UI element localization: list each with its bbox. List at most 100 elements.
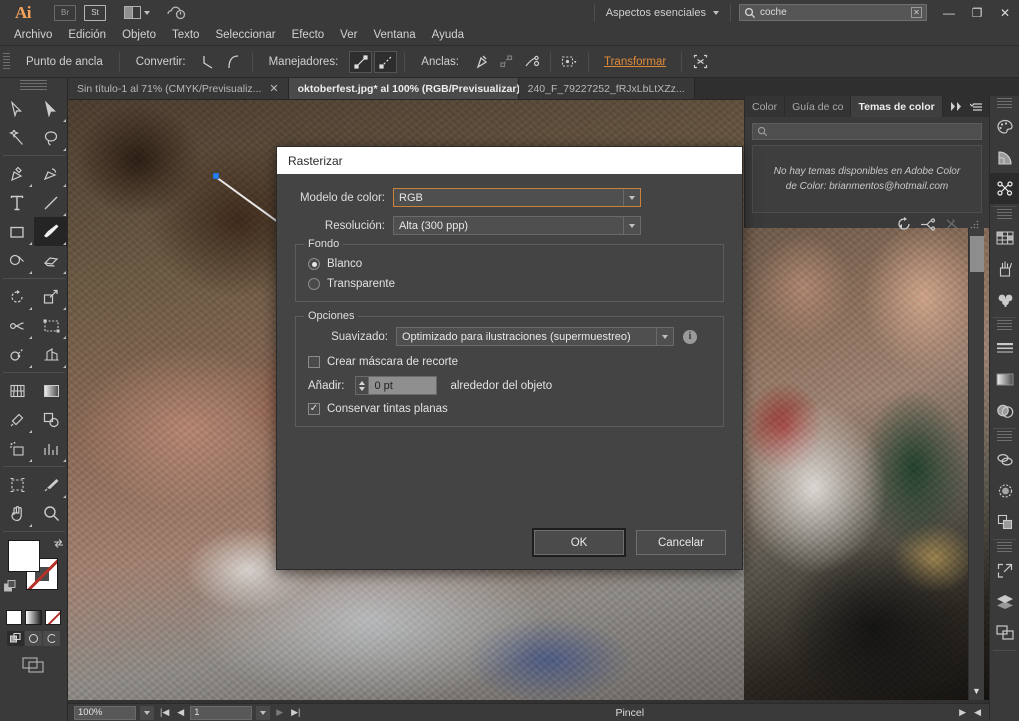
preserve-spot-colors-option[interactable]: ✓ Conservar tintas planas — [308, 403, 711, 415]
status-expand-button[interactable]: ▶ — [957, 707, 968, 718]
layers-icon[interactable] — [990, 586, 1019, 617]
rotate-tool[interactable] — [0, 282, 34, 311]
clear-search-icon[interactable]: ✕ — [911, 7, 922, 18]
control-bar-grip[interactable] — [3, 53, 12, 71]
chevron-down-icon[interactable] — [623, 217, 640, 234]
convert-to-smooth-icon[interactable] — [222, 51, 245, 73]
artboard-canvas-right-region[interactable] — [744, 228, 989, 700]
connect-anchors-icon[interactable] — [495, 51, 518, 73]
hand-tool[interactable] — [0, 499, 34, 528]
align-icon[interactable] — [990, 506, 1019, 537]
restore-button[interactable]: ❐ — [963, 0, 991, 25]
checkbox-icon[interactable]: ✓ — [308, 403, 320, 415]
close-button[interactable]: ✕ — [991, 0, 1019, 25]
rail-grip[interactable] — [997, 98, 1012, 109]
rail-grip-4[interactable] — [997, 431, 1012, 442]
scale-tool[interactable] — [34, 282, 68, 311]
cut-path-icon[interactable] — [520, 51, 543, 73]
column-graph-tool[interactable] — [34, 434, 68, 463]
appearance-icon[interactable] — [990, 444, 1019, 475]
tab-color-guide[interactable]: Guía de co — [785, 96, 851, 117]
selection-tool[interactable] — [0, 94, 34, 123]
resize-grip-icon[interactable] — [970, 220, 979, 229]
refresh-icon[interactable] — [897, 217, 911, 231]
menu-objeto[interactable]: Objeto — [114, 25, 164, 46]
transparency-icon[interactable] — [990, 395, 1019, 426]
eraser-tool[interactable] — [34, 246, 68, 275]
gradient-icon[interactable] — [990, 364, 1019, 395]
width-tool[interactable] — [0, 311, 34, 340]
convert-to-corner-icon[interactable] — [197, 51, 220, 73]
document-tab-3[interactable]: 240_F_79227252_fRJxLbLtXZz... — [519, 78, 695, 99]
color-themes-icon[interactable] — [990, 173, 1019, 204]
rectangle-tool[interactable] — [0, 217, 34, 246]
graphic-styles-icon[interactable] — [990, 475, 1019, 506]
swatches-icon[interactable] — [990, 222, 1019, 253]
rail-grip-5[interactable] — [997, 542, 1012, 553]
checkbox-icon[interactable] — [308, 356, 320, 368]
color-panel-icon[interactable] — [990, 111, 1019, 142]
anchor-point[interactable] — [213, 173, 219, 179]
draw-inside-button[interactable] — [43, 631, 60, 646]
zoom-tool[interactable] — [34, 499, 68, 528]
menu-ver[interactable]: Ver — [332, 25, 365, 46]
next-artboard-button[interactable]: ▶ — [274, 707, 285, 718]
slice-tool[interactable] — [34, 470, 68, 499]
background-option-white[interactable]: Blanco — [308, 258, 711, 270]
transform-icon[interactable] — [990, 555, 1019, 586]
last-artboard-button[interactable]: ▶| — [289, 707, 302, 718]
menu-seleccionar[interactable]: Seleccionar — [207, 25, 283, 46]
chevron-down-icon[interactable] — [623, 189, 640, 206]
tools-panel-grip[interactable] — [20, 80, 47, 92]
swap-fill-stroke-icon[interactable] — [53, 538, 64, 549]
stepper-arrows-icon[interactable] — [355, 376, 369, 395]
artboards-icon[interactable] — [990, 617, 1019, 648]
artboard-dropdown-icon[interactable] — [256, 706, 270, 720]
arrange-documents-button[interactable] — [124, 6, 150, 19]
zoom-level-field[interactable]: 100% — [74, 706, 136, 720]
resolution-select[interactable]: Alta (300 ppp) — [393, 216, 641, 235]
type-tool[interactable] — [0, 188, 34, 217]
artboard-tool[interactable] — [0, 470, 34, 499]
perspective-grid-tool[interactable] — [34, 340, 68, 369]
stock-badge-icon[interactable]: St — [84, 5, 106, 21]
close-icon[interactable]: ✕ — [269, 82, 278, 95]
bridge-badge-icon[interactable]: Br — [54, 5, 76, 21]
free-transform-tool[interactable] — [34, 311, 68, 340]
direct-selection-tool[interactable] — [34, 94, 68, 123]
gradient-tool[interactable] — [34, 376, 68, 405]
menu-ayuda[interactable]: Ayuda — [424, 25, 472, 46]
transform-link[interactable]: Transformar — [595, 56, 675, 68]
gradient-swatch-button[interactable] — [25, 610, 41, 625]
isolate-selection-icon[interactable] — [689, 51, 712, 73]
rail-grip-3[interactable] — [997, 320, 1012, 331]
remove-anchor-icon[interactable] — [470, 51, 493, 73]
tab-color-themes[interactable]: Temas de color — [851, 96, 942, 117]
shape-builder-tool[interactable] — [0, 340, 34, 369]
document-tab-1[interactable]: Sin título-1 al 71% (CMYK/Previsualiz...… — [68, 78, 289, 99]
shaper-tool[interactable] — [0, 246, 34, 275]
menu-efecto[interactable]: Efecto — [284, 25, 333, 46]
collapse-panel-icon[interactable] — [951, 102, 964, 111]
cloud-sync-icon[interactable] — [166, 5, 186, 20]
menu-archivo[interactable]: Archivo — [6, 25, 60, 46]
draw-behind-button[interactable] — [25, 631, 42, 646]
menu-texto[interactable]: Texto — [164, 25, 208, 46]
eyedropper-tool[interactable] — [0, 405, 34, 434]
magic-wand-tool[interactable] — [0, 123, 34, 152]
hide-handles-icon[interactable] — [374, 51, 397, 73]
blend-tool[interactable] — [34, 405, 68, 434]
info-icon[interactable]: i — [683, 330, 697, 344]
add-padding-input[interactable]: 0 pt — [369, 376, 437, 395]
document-tab-2[interactable]: oktoberfest.jpg* al 100% (RGB/Previsuali… — [289, 78, 519, 99]
menu-ventana[interactable]: Ventana — [365, 25, 423, 46]
delete-theme-icon[interactable] — [946, 218, 960, 231]
pen-tool[interactable] — [0, 159, 34, 188]
lasso-tool[interactable] — [34, 123, 68, 152]
curvature-tool[interactable] — [34, 159, 68, 188]
show-handles-icon[interactable] — [349, 51, 372, 73]
symbols-icon[interactable] — [990, 284, 1019, 315]
first-artboard-button[interactable]: |◀ — [158, 707, 171, 718]
rail-grip-2[interactable] — [997, 209, 1012, 220]
add-padding-stepper[interactable]: 0 pt — [355, 376, 437, 395]
